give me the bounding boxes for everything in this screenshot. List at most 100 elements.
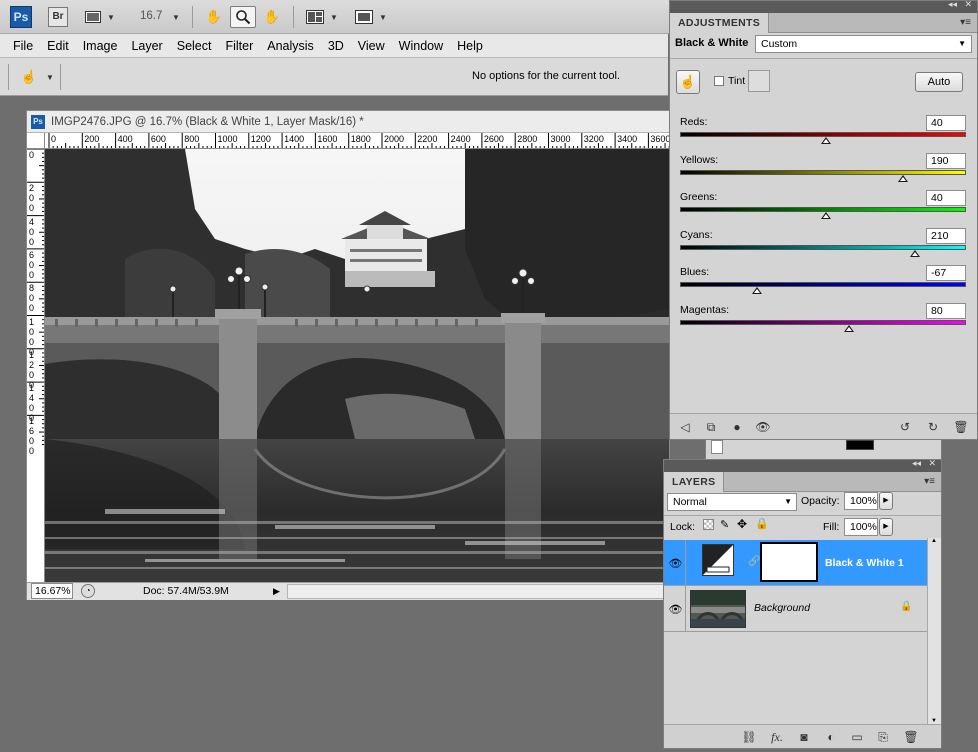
layer-link-icon[interactable]: 🔗 bbox=[748, 556, 760, 567]
tint-color-swatch[interactable] bbox=[748, 70, 770, 92]
auto-button[interactable]: Auto bbox=[915, 72, 963, 92]
adjustment-layer-thumbnail[interactable] bbox=[702, 544, 734, 576]
menu-select[interactable]: Select bbox=[170, 34, 219, 58]
new-group-icon[interactable]: ▭ bbox=[848, 728, 866, 746]
collapse-icon[interactable]: ◂◂ bbox=[912, 458, 921, 469]
slider-track-blues[interactable] bbox=[680, 282, 966, 287]
close-icon[interactable]: ✕ bbox=[964, 0, 972, 10]
layer-name[interactable]: Black & White 1 bbox=[825, 557, 904, 569]
hand-tool-icon[interactable]: ✋ bbox=[203, 6, 225, 28]
menu-file[interactable]: File bbox=[6, 34, 40, 58]
menu-help[interactable]: Help bbox=[450, 34, 490, 58]
slider-thumb-cyans[interactable] bbox=[909, 249, 920, 257]
eye-icon[interactable]: 👁 bbox=[666, 540, 686, 586]
slider-track-magentas[interactable] bbox=[680, 319, 966, 325]
opacity-field[interactable]: 100% bbox=[844, 492, 878, 510]
status-info-icon[interactable]: ◔ bbox=[81, 584, 95, 598]
slider-value-greens[interactable]: 40 bbox=[926, 190, 966, 206]
chevron-down-icon[interactable]: ▼ bbox=[379, 13, 387, 22]
zoom-tool-icon[interactable] bbox=[230, 6, 256, 28]
status-menu-arrow-icon[interactable]: ▶ bbox=[273, 583, 285, 599]
reset-icon[interactable]: ↻ bbox=[924, 418, 942, 436]
arrange-documents-icon[interactable] bbox=[304, 6, 326, 28]
zoom-level[interactable]: 16.7 bbox=[140, 10, 162, 22]
fx-icon[interactable]: fx. bbox=[768, 728, 786, 746]
trash-icon[interactable]: 🗑 bbox=[902, 728, 920, 746]
chevron-down-icon[interactable]: ▼ bbox=[107, 13, 115, 22]
back-arrow-icon[interactable]: ◁ bbox=[676, 418, 694, 436]
horizontal-scrollbar[interactable] bbox=[287, 584, 667, 599]
collapse-icon[interactable]: ◂◂ bbox=[948, 0, 957, 10]
ruler-vertical[interactable]: 02 0 04 0 06 0 08 0 01 0 0 01 2 0 01 4 0… bbox=[27, 149, 45, 583]
tool-preset-icon[interactable]: ☝ bbox=[18, 66, 40, 88]
add-mask-icon[interactable]: ◙ bbox=[795, 728, 813, 746]
slider-value-cyans[interactable]: 210 bbox=[926, 227, 966, 244]
eye-icon[interactable]: 👁 bbox=[666, 586, 686, 632]
zoom-dropdown-icon[interactable]: ▼ bbox=[172, 13, 180, 22]
document-window[interactable]: Ps IMGP2476.JPG @ 16.7% (Black & White 1… bbox=[26, 110, 670, 600]
panel-menu-icon[interactable]: ▾≡ bbox=[924, 476, 935, 487]
slider-track-yellows[interactable] bbox=[680, 169, 966, 175]
opacity-arrow-icon[interactable]: ▶ bbox=[879, 492, 893, 510]
rotate-view-icon[interactable]: ✋ bbox=[261, 6, 283, 28]
new-layer-icon[interactable]: ⎘ bbox=[874, 728, 892, 746]
eye-icon[interactable]: 👁 bbox=[754, 418, 772, 436]
slider-thumb-blues[interactable] bbox=[752, 287, 763, 294]
panel-menu-icon[interactable]: ▾≡ bbox=[960, 17, 971, 28]
layer-name[interactable]: Background bbox=[754, 602, 810, 614]
slider-value-magentas[interactable]: 80 bbox=[926, 302, 966, 319]
menu-3d[interactable]: 3D bbox=[321, 34, 351, 58]
tab-layers[interactable]: LAYERS bbox=[664, 472, 725, 492]
slider-value-reds[interactable]: 40 bbox=[926, 115, 966, 131]
panel-header[interactable]: ◂◂ ✕ bbox=[670, 0, 977, 13]
menu-analysis[interactable]: Analysis bbox=[260, 34, 321, 58]
layers-scrollbar[interactable]: ▲ ▼ bbox=[927, 538, 941, 724]
fill-field[interactable]: 100% bbox=[844, 518, 878, 536]
new-adjustment-icon[interactable]: ◐ bbox=[822, 728, 840, 746]
swatch-white[interactable] bbox=[711, 440, 723, 454]
slider-value-yellows[interactable]: 190 bbox=[926, 152, 966, 169]
link-layers-icon[interactable]: ⛓ bbox=[740, 728, 758, 746]
menu-window[interactable]: Window bbox=[392, 34, 450, 58]
slider-thumb-magentas[interactable] bbox=[843, 324, 854, 332]
slider-value-blues[interactable]: -67 bbox=[926, 265, 966, 281]
slider-thumb-yellows[interactable] bbox=[898, 174, 909, 182]
status-zoom-field[interactable]: 16.67% bbox=[31, 583, 73, 599]
menu-view[interactable]: View bbox=[351, 34, 392, 58]
targeted-adjustment-hand-icon[interactable]: ☝ bbox=[676, 70, 700, 94]
bridge-button[interactable]: Br bbox=[48, 7, 68, 27]
tint-checkbox[interactable] bbox=[714, 76, 724, 86]
blend-mode-dropdown[interactable]: Normal ▼ bbox=[667, 493, 797, 511]
view-previous-state-icon[interactable]: ↺ bbox=[896, 418, 914, 436]
close-icon[interactable]: ✕ bbox=[928, 458, 936, 469]
chevron-down-icon[interactable]: ▼ bbox=[46, 73, 54, 82]
slider-thumb-reds[interactable] bbox=[820, 137, 831, 144]
layer-mask-thumbnail[interactable] bbox=[760, 542, 818, 582]
lock-position-icon[interactable]: ✥ bbox=[737, 517, 747, 531]
swatch-black[interactable] bbox=[846, 440, 874, 450]
layer-row-background[interactable]: 👁 Background 🔒 bbox=[664, 586, 927, 632]
image-canvas[interactable] bbox=[45, 149, 669, 583]
slider-thumb-greens[interactable] bbox=[820, 212, 831, 219]
chevron-down-icon[interactable]: ▼ bbox=[330, 13, 338, 22]
clip-to-layer-icon[interactable]: ⧉ bbox=[702, 418, 720, 436]
trash-icon[interactable]: 🗑 bbox=[952, 418, 970, 436]
menu-image[interactable]: Image bbox=[76, 34, 125, 58]
scroll-up-icon[interactable]: ▲ bbox=[931, 538, 937, 544]
menu-filter[interactable]: Filter bbox=[218, 34, 260, 58]
ruler-horizontal[interactable]: 0 200 400 600 800 1000 1200 1400 1600 1800 2000 220… bbox=[45, 133, 669, 149]
lock-all-icon[interactable]: 🔒 bbox=[755, 517, 769, 530]
lock-pixels-icon[interactable]: ✎ bbox=[720, 518, 729, 531]
menu-edit[interactable]: Edit bbox=[40, 34, 76, 58]
background-thumbnail[interactable] bbox=[690, 590, 746, 628]
lock-transparency-icon[interactable] bbox=[703, 519, 714, 530]
slider-track-cyans[interactable] bbox=[680, 244, 966, 250]
screen-mode-icon[interactable] bbox=[353, 6, 375, 28]
visibility-mask-icon[interactable]: ● bbox=[728, 418, 746, 436]
tab-adjustments[interactable]: ADJUSTMENTS bbox=[670, 13, 770, 33]
document-title-bar[interactable]: Ps IMGP2476.JPG @ 16.7% (Black & White 1… bbox=[27, 111, 669, 133]
fill-arrow-icon[interactable]: ▶ bbox=[879, 518, 893, 536]
ruler-origin[interactable] bbox=[27, 133, 45, 149]
film-strip-icon[interactable] bbox=[82, 6, 104, 28]
preset-dropdown[interactable]: Custom ▼ bbox=[755, 35, 972, 53]
